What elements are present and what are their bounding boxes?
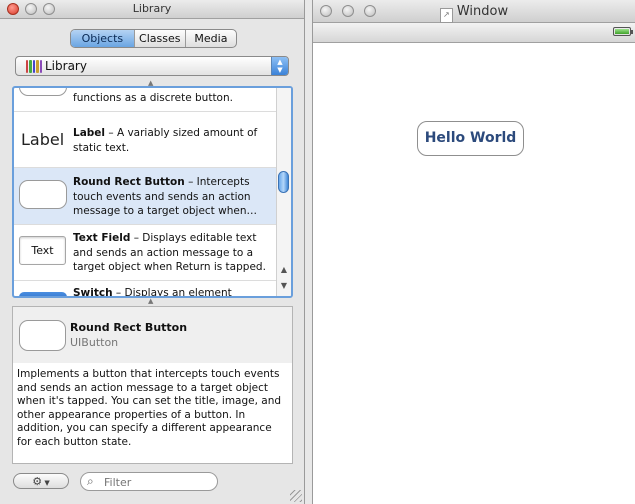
list-item[interactable]: functions as a discrete button. [14,88,279,112]
gear-icon: ⚙ [32,475,43,488]
library-segmented-control: Objects Classes Media [70,29,237,48]
scroll-down-icon[interactable]: ▼ [277,281,291,290]
button-thumbnail [19,88,67,96]
detail-description: Implements a button that intercepts touc… [17,368,282,448]
detail-title: Round Rect Button [70,321,188,334]
simulator-window: ↗ Window Hello World [312,0,635,504]
library-panel: Library Objects Classes Media Library ▲ ▼… [0,0,305,504]
library-object-list: functions as a discrete button. Label La… [12,86,293,298]
list-item-round-rect-button[interactable]: Round Rect Button – Intercepts touch eve… [14,168,279,225]
library-titlebar: Library [0,0,304,19]
battery-icon [613,27,633,36]
chevron-down-icon: ▼ [42,479,50,487]
item-description: Switch – Displays an element [73,287,232,298]
list-item-switch[interactable]: Switch – Displays an element [14,281,279,298]
library-popup[interactable]: Library ▲ ▼ [15,56,289,76]
library-title: Library [132,2,172,15]
scroll-up-icon[interactable]: ▲ [277,265,291,274]
label-thumbnail: Label [21,130,65,149]
item-description: Text Field – Displays editable text and … [73,232,266,273]
tab-media[interactable]: Media [184,30,236,47]
hello-world-button[interactable]: Hello World [417,121,524,156]
tab-classes[interactable]: Classes [133,30,185,47]
item-description: functions as a discrete button. [73,92,233,104]
window-title: ↗ Window [313,4,635,23]
filter-input[interactable] [102,475,216,490]
popup-arrows-icon: ▲ ▼ [271,57,288,75]
list-item-text-field[interactable]: Text Text Field – Displays editable text… [14,225,279,281]
list-item-label[interactable]: Label Label – A variably sized amount of… [14,112,279,168]
detail-header: Round Rect Button UIButton [13,307,292,363]
list-scrollbar[interactable]: ▲ ▼ [276,88,291,296]
action-menu-button[interactable]: ⚙ ▼ [13,473,69,489]
item-description: Label – A variably sized amount of stati… [73,127,258,154]
splitter-grip-icon[interactable]: ▲ [148,298,154,305]
round-rect-button-preview [19,320,66,351]
window-titlebar: ↗ Window [313,0,635,23]
search-icon: ⌕ [87,474,94,488]
status-bar [313,23,635,43]
resize-handle[interactable] [290,490,302,502]
item-description: Round Rect Button – Intercepts touch eve… [73,176,257,217]
tab-objects[interactable]: Objects [71,30,134,47]
detail-pane: Round Rect Button UIButton Implements a … [12,306,293,464]
detail-class-name: UIButton [70,336,119,349]
switch-thumbnail [19,292,67,296]
library-popup-label: Library [45,59,87,73]
books-icon [26,60,43,73]
round-rect-button-thumbnail [19,180,67,209]
document-icon: ↗ [439,8,453,23]
splitter-grip-icon[interactable]: ▲ [148,80,154,87]
text-field-thumbnail: Text [19,236,66,265]
scrollbar-knob[interactable] [278,171,289,193]
filter-field[interactable]: ⌕ [80,472,218,491]
